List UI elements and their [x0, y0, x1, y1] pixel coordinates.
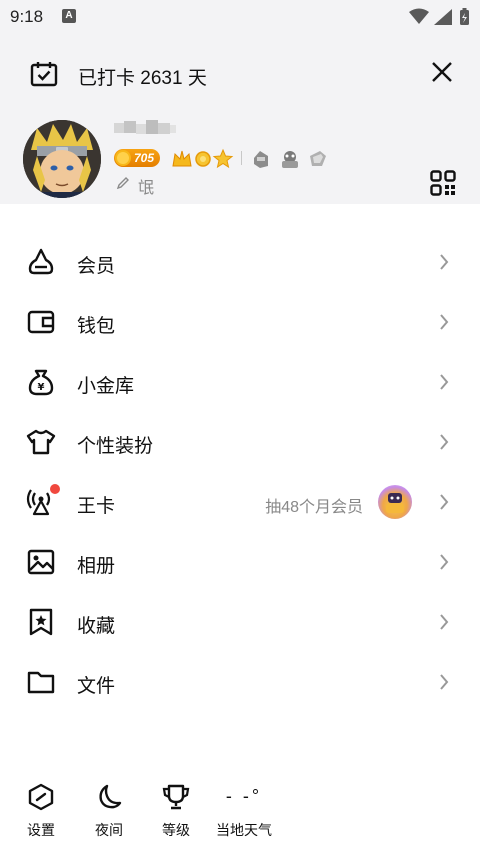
qr-code-icon[interactable] — [430, 170, 456, 196]
menu-item-wallet[interactable]: 钱包 — [0, 292, 480, 352]
system-status-icons — [409, 8, 469, 25]
chevron-right-icon — [440, 254, 449, 270]
menu-item-files[interactable]: 文件 — [0, 652, 480, 712]
coin-icon — [115, 150, 131, 166]
edit-pen-icon[interactable] — [116, 176, 130, 190]
bottom-toolbar: 设置 夜间 等级 - -° 当地天气 — [0, 782, 480, 853]
weather-temperature: - -° — [225, 786, 263, 806]
avatar-image — [23, 120, 101, 198]
moon-icon — [99, 784, 122, 809]
settings-button[interactable]: 设置 — [21, 782, 61, 840]
king-card-promo-image — [378, 485, 412, 519]
menu-item-label: 钱包 — [77, 316, 116, 337]
photo-album-icon — [27, 549, 55, 575]
level-label: 等级 — [162, 822, 190, 838]
bookmark-star-icon — [29, 608, 53, 636]
night-mode-button[interactable]: 夜间 — [89, 782, 129, 840]
settings-label: 设置 — [27, 822, 55, 838]
notification-dot — [50, 484, 60, 494]
chevron-right-icon — [440, 614, 449, 630]
menu-item-label: 收藏 — [77, 616, 116, 637]
member-icon — [28, 248, 54, 275]
badge-divider — [241, 151, 242, 165]
achievement-badges[interactable] — [250, 148, 330, 170]
wallet-icon — [27, 310, 55, 334]
menu-item-member[interactable]: 会员 — [0, 232, 480, 292]
chevron-right-icon — [440, 494, 449, 510]
night-label: 夜间 — [95, 822, 123, 838]
chevron-right-icon — [440, 374, 449, 390]
chevron-right-icon — [440, 314, 449, 330]
menu-item-king-card[interactable]: 王卡 抽48个月会员 — [0, 472, 480, 532]
menu-item-label: 王卡 — [77, 496, 116, 517]
chevron-right-icon — [440, 434, 449, 450]
checkin-days-text[interactable]: 已打卡 2631 天 — [78, 63, 207, 90]
menu-item-label: 会员 — [77, 256, 116, 277]
weather-label: 当地天气 — [216, 822, 272, 838]
local-weather-button[interactable]: - -° 当地天气 — [214, 782, 274, 840]
settings-hexagon-icon — [28, 783, 54, 811]
nickname-blurred — [114, 120, 176, 134]
svg-text:¥: ¥ — [38, 382, 45, 393]
menu-item-label: 相册 — [77, 556, 116, 577]
coin-badge[interactable]: 705 — [114, 149, 160, 167]
avatar[interactable] — [23, 120, 101, 198]
close-icon[interactable] — [430, 60, 454, 84]
menu-item-personalize[interactable]: 个性装扮 — [0, 412, 480, 472]
chevron-right-icon — [440, 554, 449, 570]
menu-item-album[interactable]: 相册 — [0, 532, 480, 592]
calendar-check-icon[interactable] — [30, 60, 58, 88]
status-time: 9:18 — [10, 7, 44, 26]
menu-item-small-vault[interactable]: ¥ 小金库 — [0, 352, 480, 412]
menu-item-label: 文件 — [77, 676, 116, 697]
chevron-right-icon — [440, 674, 449, 690]
tshirt-icon — [26, 429, 56, 455]
status-bar: 9:18 A — [0, 0, 480, 34]
trophy-icon — [162, 784, 190, 810]
signature-text[interactable]: 氓 — [138, 174, 154, 198]
menu-item-label: 小金库 — [77, 376, 135, 397]
menu-item-label: 个性装扮 — [77, 436, 154, 457]
level-badges[interactable] — [170, 148, 236, 170]
notification-app-icon: A — [62, 9, 76, 23]
king-card-promo-text: 抽48个月会员 — [265, 499, 363, 516]
coin-value: 705 — [134, 151, 155, 165]
folder-icon — [27, 671, 55, 694]
money-bag-icon: ¥ — [28, 369, 54, 396]
level-button[interactable]: 等级 — [156, 782, 196, 840]
menu-item-favorites[interactable]: 收藏 — [0, 592, 480, 652]
